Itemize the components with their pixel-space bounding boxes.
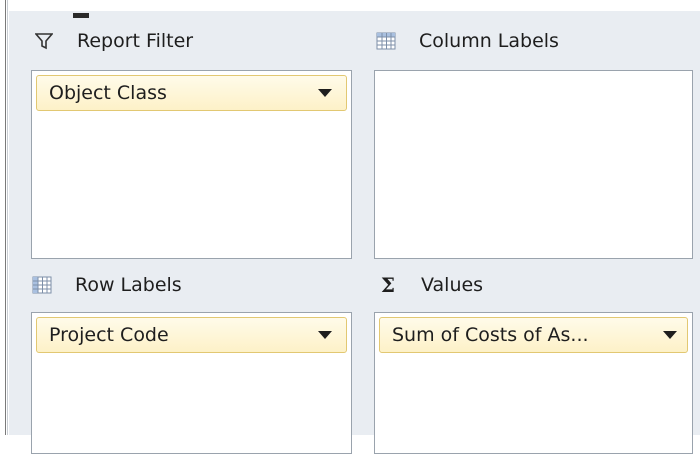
field-label: Sum of Costs of As... (392, 324, 589, 346)
row-labels-dropzone[interactable]: Project Code (31, 312, 352, 454)
values-dropzone[interactable]: Sum of Costs of As... (374, 312, 693, 454)
sigma-icon: Σ (380, 273, 396, 297)
values-header: Σ Values (377, 270, 483, 300)
values-field-sum-of-costs[interactable]: Sum of Costs of As... (379, 317, 688, 353)
field-label: Object Class (49, 82, 167, 104)
column-labels-icon (375, 30, 397, 52)
chevron-down-icon[interactable] (663, 331, 677, 339)
row-labels-field-project-code[interactable]: Project Code (36, 317, 347, 353)
panel-top-mark (73, 13, 89, 18)
report-filter-title: Report Filter (77, 30, 194, 52)
chevron-down-icon[interactable] (318, 331, 332, 339)
chevron-down-icon[interactable] (318, 89, 332, 97)
values-title: Values (421, 274, 484, 296)
filter-icon (33, 30, 55, 52)
row-labels-icon (31, 274, 53, 296)
field-label: Project Code (49, 324, 169, 346)
row-labels-header: Row Labels (31, 270, 182, 300)
report-filter-dropzone[interactable]: Object Class (31, 70, 352, 259)
window-border-inner (7, 0, 8, 435)
column-labels-dropzone[interactable] (374, 70, 693, 259)
report-filter-header: Report Filter (33, 26, 193, 56)
report-filter-field-object-class[interactable]: Object Class (36, 75, 347, 111)
column-labels-title: Column Labels (419, 30, 559, 52)
column-labels-header: Column Labels (375, 26, 559, 56)
row-labels-title: Row Labels (75, 274, 182, 296)
window-border (5, 0, 6, 435)
pivot-field-areas-panel: Report Filter Column Labels Object Class (9, 11, 700, 454)
